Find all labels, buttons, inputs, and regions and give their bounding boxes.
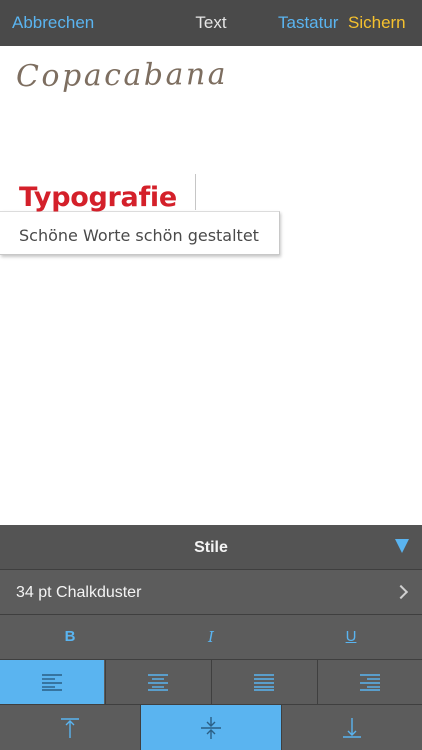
triangle-down-icon[interactable]	[395, 539, 409, 553]
align-justify-button[interactable]	[212, 660, 316, 704]
keyboard-button[interactable]: Tastatur	[278, 13, 338, 33]
align-bottom-button[interactable]	[282, 705, 422, 750]
text-alignment-row	[0, 660, 422, 705]
navigation-bar: Abbrechen Text Tastatur Sichern	[0, 0, 422, 46]
align-middle-icon	[201, 716, 221, 739]
align-left-icon	[42, 674, 62, 691]
handwriting-text-element[interactable]: Copacabana	[16, 57, 228, 94]
vertical-alignment-row	[0, 705, 422, 750]
bold-button[interactable]: B	[0, 615, 140, 659]
style-panel: Stile 34 pt Chalkduster B I U	[0, 525, 422, 750]
italic-button[interactable]: I	[141, 615, 281, 659]
align-center-button[interactable]	[106, 660, 210, 704]
typography-subtitle: Schöne Worte schön gestaltet	[19, 226, 259, 245]
panel-header: Stile	[0, 525, 422, 570]
chevron-right-icon	[393, 584, 409, 600]
align-center-icon	[148, 674, 168, 691]
align-right-icon	[360, 674, 380, 691]
align-justify-icon	[254, 674, 274, 691]
typography-text-element[interactable]: Typografie Schöne Worte schön gestaltet	[0, 172, 280, 255]
typography-title: Typografie	[19, 182, 177, 213]
cancel-button[interactable]: Abbrechen	[12, 13, 94, 33]
align-top-icon	[61, 717, 79, 738]
panel-title: Stile	[194, 539, 228, 556]
underline-button[interactable]: U	[281, 615, 421, 659]
title-divider	[195, 174, 196, 210]
align-bottom-icon	[343, 717, 361, 738]
save-button[interactable]: Sichern	[348, 13, 406, 33]
align-top-button[interactable]	[0, 705, 140, 750]
font-selector-row[interactable]: 34 pt Chalkduster	[0, 570, 422, 615]
align-right-button[interactable]	[318, 660, 422, 704]
font-label: 34 pt Chalkduster	[16, 584, 142, 601]
font-style-row: B I U	[0, 615, 422, 660]
align-middle-button[interactable]	[141, 705, 281, 750]
align-left-button[interactable]	[0, 660, 104, 704]
